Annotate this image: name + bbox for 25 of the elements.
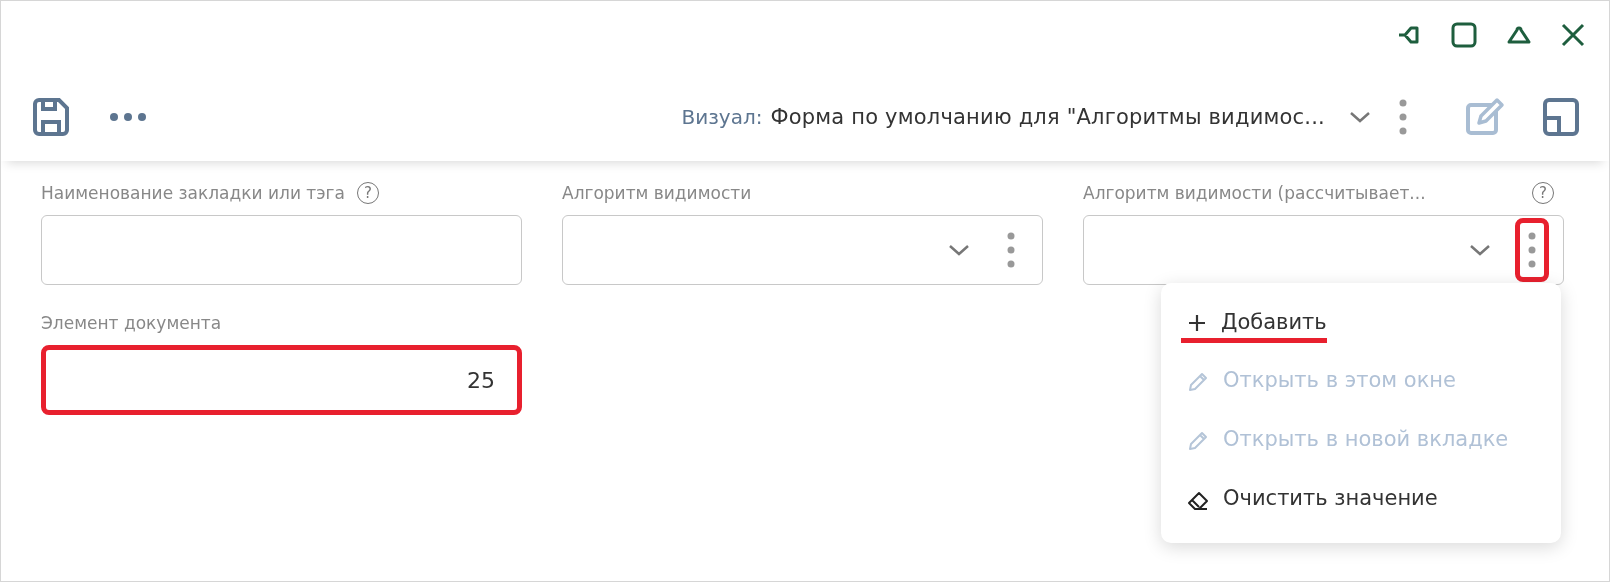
field-label: Алгоритм видимости (рассчитывает... <box>1083 183 1426 203</box>
pencil-icon <box>1187 370 1209 393</box>
menu-item[interactable]: Очистить значение <box>1161 470 1561 529</box>
visual-label: Визуал: <box>681 105 763 129</box>
select-field[interactable] <box>562 215 1043 285</box>
input-field[interactable] <box>41 215 522 285</box>
layout-icon[interactable] <box>1543 98 1579 136</box>
chevron-down-icon[interactable] <box>1349 111 1371 123</box>
kebab-icon[interactable] <box>1399 99 1407 135</box>
input-field[interactable]: 25 <box>41 345 522 415</box>
plus-icon <box>1187 312 1207 333</box>
field-label: Наименование закладки или тэга <box>41 183 345 203</box>
field-label: Алгоритм видимости <box>562 183 752 203</box>
chevron-down-icon[interactable] <box>1469 244 1491 256</box>
save-icon[interactable] <box>31 98 71 136</box>
more-icon[interactable] <box>109 112 147 122</box>
chevron-down-icon[interactable] <box>948 244 970 256</box>
field-label: Элемент документа <box>41 313 222 333</box>
pencil-icon <box>1187 429 1209 452</box>
kebab-icon <box>1528 232 1536 268</box>
menu-item[interactable]: Добавить <box>1161 293 1561 352</box>
close-icon[interactable] <box>1561 23 1585 47</box>
maximize-icon[interactable] <box>1451 22 1477 48</box>
kebab-icon <box>1007 232 1015 268</box>
visual-select[interactable]: Форма по умолчанию для "Алгоритмы видимос... <box>770 105 1325 129</box>
